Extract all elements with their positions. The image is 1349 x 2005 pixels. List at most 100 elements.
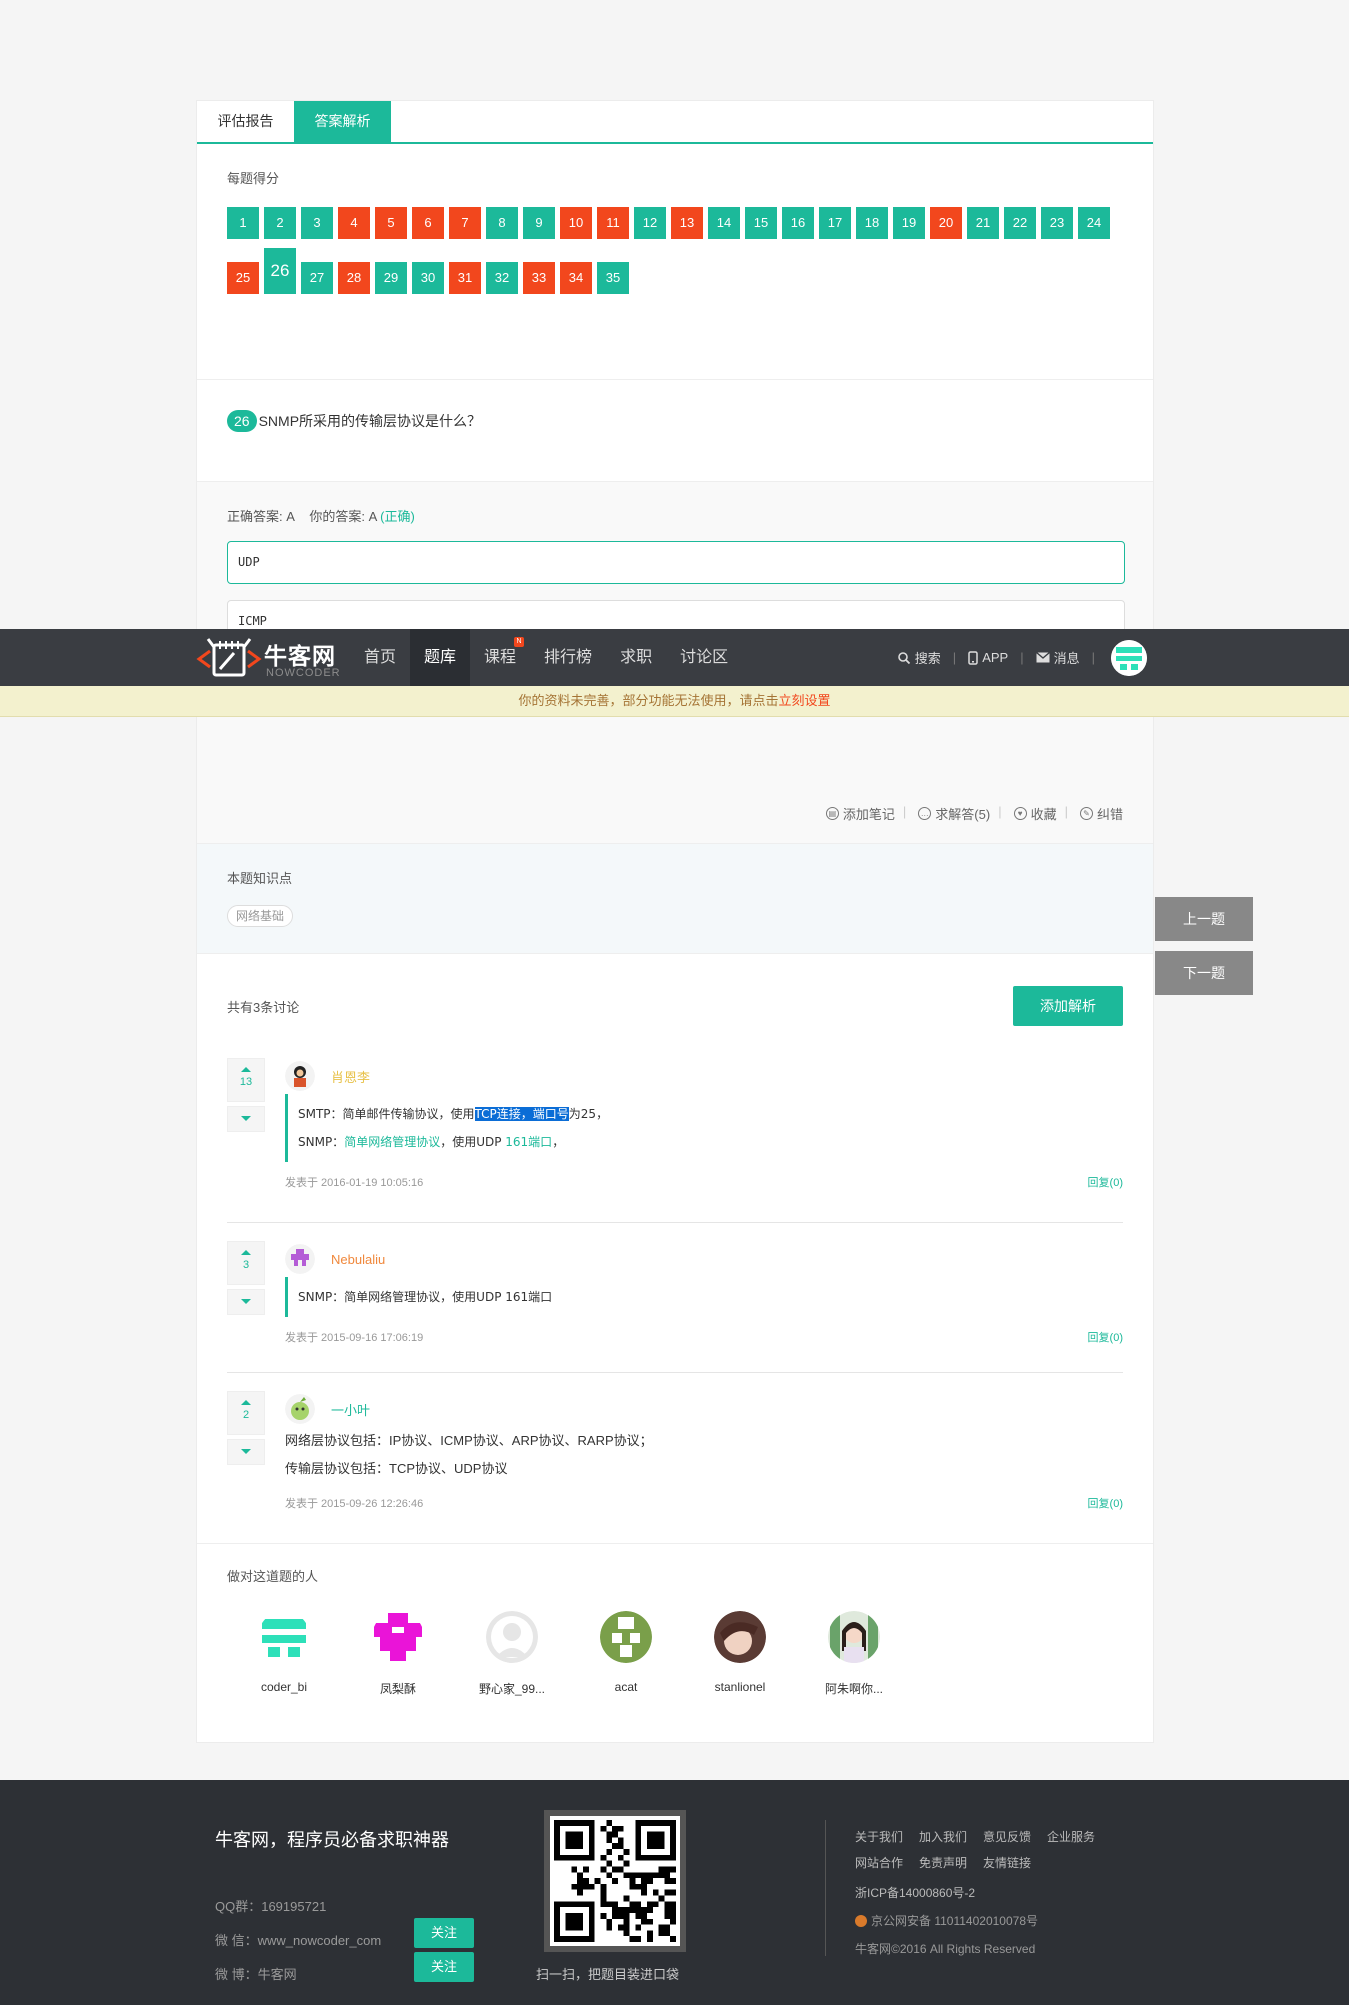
upvote-button[interactable]: 13 bbox=[227, 1058, 265, 1102]
score-square[interactable]: 25 bbox=[227, 262, 259, 294]
score-square[interactable]: 20 bbox=[930, 207, 962, 239]
ask-answer-button[interactable]: … 求解答(5) bbox=[918, 804, 990, 823]
footer-link-friends[interactable]: 友情链接 bbox=[983, 1854, 1031, 1871]
score-square[interactable]: 26 bbox=[264, 248, 296, 294]
user-card[interactable]: stanlionel bbox=[683, 1611, 797, 1697]
footer-link-disclaimer[interactable]: 免责声明 bbox=[919, 1854, 967, 1871]
score-square[interactable]: 21 bbox=[967, 207, 999, 239]
score-square[interactable]: 32 bbox=[486, 262, 518, 294]
score-square[interactable]: 22 bbox=[1004, 207, 1036, 239]
score-square[interactable]: 14 bbox=[708, 207, 740, 239]
reply-link[interactable]: 回复(0) bbox=[1088, 1174, 1123, 1190]
score-square[interactable]: 5 bbox=[375, 207, 407, 239]
upvote-button[interactable]: 2 bbox=[227, 1391, 265, 1435]
comment-username[interactable]: Nebulaliu bbox=[331, 1252, 385, 1267]
site-logo[interactable]: 牛客网 NOWCODER bbox=[196, 635, 346, 681]
tab-analysis[interactable]: 答案解析 bbox=[294, 101, 391, 142]
score-square[interactable]: 11 bbox=[597, 207, 629, 239]
nav-menu: 首页 题库 课程 N 排行榜 求职 讨论区 bbox=[350, 629, 742, 686]
report-error-button[interactable]: ✎ 纠错 bbox=[1079, 804, 1123, 823]
footer-icp[interactable]: 浙ICP备14000860号-2 bbox=[855, 1884, 975, 1901]
score-square[interactable]: 19 bbox=[893, 207, 925, 239]
comment-link[interactable]: 161端口 bbox=[505, 1135, 552, 1149]
nav-ranking[interactable]: 排行榜 bbox=[530, 629, 606, 686]
score-square[interactable]: 9 bbox=[523, 207, 555, 239]
prev-question-button[interactable]: 上一题 bbox=[1155, 897, 1253, 941]
score-square[interactable]: 27 bbox=[301, 262, 333, 294]
score-square[interactable]: 6 bbox=[412, 207, 444, 239]
knowledge-tag[interactable]: 网络基础 bbox=[227, 905, 294, 927]
user-name: 凤梨酥 bbox=[379, 1682, 416, 1696]
score-square[interactable]: 3 bbox=[301, 207, 333, 239]
nav-question-bank[interactable]: 题库 bbox=[410, 629, 471, 686]
score-square[interactable]: 33 bbox=[523, 262, 555, 294]
downvote-button[interactable] bbox=[227, 1289, 265, 1315]
add-analysis-button[interactable]: 添加解析 bbox=[1013, 986, 1123, 1026]
footer-link-cooperation[interactable]: 网站合作 bbox=[855, 1854, 903, 1871]
footer-link-join[interactable]: 加入我们 bbox=[919, 1828, 967, 1845]
app-button[interactable]: APP bbox=[968, 650, 1008, 665]
search-icon bbox=[897, 651, 910, 664]
comment-text: 网络层协议包括：IP协议、ICMP协议、ARP协议、RARP协议； bbox=[285, 1433, 653, 1448]
search-button[interactable]: 搜索 bbox=[897, 648, 941, 667]
avatar[interactable] bbox=[285, 1244, 315, 1274]
nav-jobs[interactable]: 求职 bbox=[606, 629, 666, 686]
score-square[interactable]: 35 bbox=[597, 262, 629, 294]
top-navbar: 牛客网 NOWCODER 首页 题库 课程 N 排行榜 求职 讨论区 搜索 | A… bbox=[0, 629, 1349, 686]
score-square[interactable]: 2 bbox=[264, 207, 296, 239]
messages-button[interactable]: 消息 bbox=[1035, 648, 1080, 667]
footer-link-about[interactable]: 关于我们 bbox=[855, 1828, 903, 1845]
user-card[interactable]: acat bbox=[569, 1611, 683, 1697]
score-square[interactable]: 8 bbox=[486, 207, 518, 239]
option-a[interactable]: UDP bbox=[227, 541, 1125, 584]
nav-discuss[interactable]: 讨论区 bbox=[666, 629, 742, 686]
comment-footer: 发表于 2016-01-19 10:05:16 回复(0) bbox=[285, 1162, 1123, 1210]
nav-home[interactable]: 首页 bbox=[350, 629, 410, 686]
score-square[interactable]: 16 bbox=[782, 207, 814, 239]
score-square[interactable]: 30 bbox=[412, 262, 444, 294]
score-square[interactable]: 4 bbox=[338, 207, 370, 239]
score-square[interactable]: 12 bbox=[634, 207, 666, 239]
score-square[interactable]: 24 bbox=[1078, 207, 1110, 239]
user-card[interactable]: coder_bi bbox=[227, 1611, 341, 1697]
footer-link-feedback[interactable]: 意见反馈 bbox=[983, 1828, 1031, 1845]
score-square[interactable]: 10 bbox=[560, 207, 592, 239]
score-square[interactable]: 34 bbox=[560, 262, 592, 294]
score-square[interactable]: 13 bbox=[671, 207, 703, 239]
add-note-button[interactable]: ▤ 添加笔记 bbox=[825, 804, 895, 823]
downvote-button[interactable] bbox=[227, 1439, 265, 1465]
score-square[interactable]: 18 bbox=[856, 207, 888, 239]
comment-username[interactable]: 肖恩李 bbox=[331, 1067, 370, 1086]
score-square[interactable]: 17 bbox=[819, 207, 851, 239]
avatar[interactable] bbox=[285, 1394, 315, 1424]
upvote-button[interactable]: 3 bbox=[227, 1241, 265, 1285]
score-square[interactable]: 7 bbox=[449, 207, 481, 239]
score-square[interactable]: 23 bbox=[1041, 207, 1073, 239]
footer-police-text: 京公网安备 11011402010078号 bbox=[871, 1914, 1038, 1928]
footer-link-enterprise[interactable]: 企业服务 bbox=[1047, 1828, 1095, 1845]
nav-courses[interactable]: 课程 N bbox=[470, 629, 530, 686]
tab-report[interactable]: 评估报告 bbox=[197, 101, 294, 142]
avatar[interactable] bbox=[285, 1061, 315, 1091]
comment-username[interactable]: 一小叶 bbox=[331, 1400, 370, 1419]
comment-text: SMTP：简单邮件传输协议，使用 bbox=[298, 1107, 475, 1121]
follow-wechat-button[interactable]: 关注 bbox=[414, 1918, 474, 1948]
follow-weibo-button[interactable]: 关注 bbox=[414, 1952, 474, 1982]
score-square[interactable]: 15 bbox=[745, 207, 777, 239]
next-question-button[interactable]: 下一题 bbox=[1155, 951, 1253, 995]
score-square[interactable]: 31 bbox=[449, 262, 481, 294]
score-square[interactable]: 1 bbox=[227, 207, 259, 239]
reply-link[interactable]: 回复(0) bbox=[1088, 1329, 1123, 1345]
score-square[interactable]: 28 bbox=[338, 262, 370, 294]
downvote-button[interactable] bbox=[227, 1106, 265, 1132]
favorite-button[interactable]: ♥ 收藏 bbox=[1013, 804, 1057, 823]
user-avatar[interactable] bbox=[1111, 639, 1147, 676]
reply-link[interactable]: 回复(0) bbox=[1088, 1495, 1123, 1511]
score-square[interactable]: 29 bbox=[375, 262, 407, 294]
set-now-link[interactable]: 立刻设置 bbox=[779, 693, 831, 708]
comment-link[interactable]: 简单网络管理协议 bbox=[344, 1135, 440, 1149]
user-card[interactable]: 凤梨酥 bbox=[341, 1611, 455, 1697]
user-card[interactable]: 野心家_99... bbox=[455, 1611, 569, 1697]
user-card[interactable]: 阿朱啊你... bbox=[797, 1611, 911, 1697]
footer-police[interactable]: 京公网安备 11011402010078号 bbox=[855, 1912, 1038, 1929]
